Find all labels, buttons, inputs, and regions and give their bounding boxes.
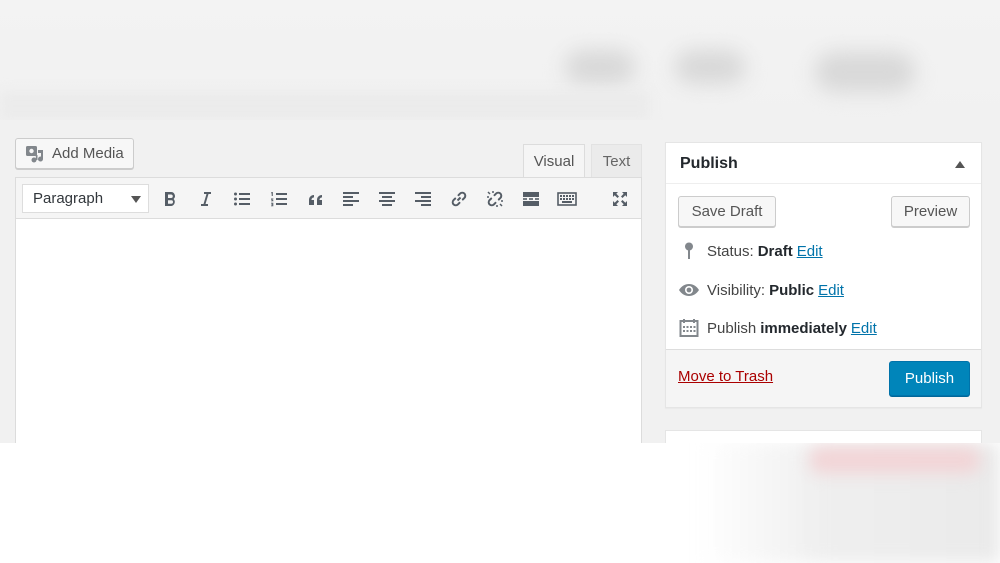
collapse-arrow-icon[interactable] [955,161,965,168]
format-select-value: Paragraph [33,190,104,207]
align-right-button[interactable] [408,184,438,213]
add-media-button[interactable]: Add Media [15,138,134,169]
edit-status-link[interactable]: Edit [797,243,823,260]
link-icon [451,191,467,206]
toolbar-toggle-icon [557,191,577,206]
chevron-down-icon [131,196,141,203]
align-center-icon [379,191,395,206]
pin-icon [678,240,700,262]
format-select[interactable]: Paragraph [22,184,149,213]
publish-box-header[interactable]: Publish [666,143,981,184]
italic-icon [201,191,211,206]
read-more-button[interactable] [516,184,546,213]
schedule-value: immediately [760,319,847,337]
numbered-list-button[interactable] [264,184,294,213]
blockquote-button[interactable] [300,184,330,213]
secondary-meta-box [665,430,982,443]
italic-button[interactable] [191,184,221,213]
align-center-button[interactable] [372,184,402,213]
save-draft-button[interactable]: Save Draft [678,196,776,227]
eye-icon [678,279,700,301]
move-to-trash-link[interactable]: Move to Trash [678,368,773,385]
status-value: Draft [757,242,793,260]
edit-visibility-link[interactable]: Edit [818,282,844,299]
status-row: Status: Draft Edit [678,240,823,262]
blurred-shape [565,50,635,84]
unlink-icon [487,190,503,207]
editor-content-area[interactable] [16,219,641,443]
visibility-label: Visibility: [707,281,766,299]
toolbar-toggle-button[interactable] [552,184,582,213]
publish-button[interactable]: Publish [889,361,970,396]
media-icon [26,145,44,162]
blurred-footer [0,443,1000,563]
post-editor-screen: Add Media Visual Text Paragraph Publish … [0,120,1000,443]
align-left-button[interactable] [336,184,366,213]
align-right-icon [415,191,431,206]
publish-box-title: Publish [680,155,738,172]
read-more-icon [523,191,539,206]
tab-visual[interactable]: Visual [523,144,585,177]
insert-link-button[interactable] [444,184,474,213]
tab-text[interactable]: Text [591,144,642,177]
visibility-row: Visibility: Public Edit [678,279,844,301]
bulleted-list-button[interactable] [227,184,257,213]
schedule-row: Publish immediately Edit [678,317,877,339]
status-label: Status: [707,242,754,260]
fullscreen-icon [613,191,627,206]
bold-button[interactable] [155,184,185,213]
editor-container: Paragraph [15,177,642,443]
blurred-shape [810,447,980,473]
add-media-label: Add Media [52,145,124,162]
fullscreen-button[interactable] [605,184,635,213]
editor-toolbar: Paragraph [16,178,641,219]
blurred-shape [675,50,745,84]
blurred-header [0,0,1000,120]
numbered-list-icon [271,191,287,206]
schedule-label: Publish [707,319,757,337]
blockquote-icon [309,194,322,205]
edit-schedule-link[interactable]: Edit [851,320,877,337]
publish-actions: Move to Trash Publish [666,349,981,407]
bold-icon [165,191,175,206]
preview-button[interactable]: Preview [891,196,970,227]
publish-box: Publish Save Draft Preview Status: Draft… [665,142,982,408]
align-left-icon [343,191,359,206]
blurred-strip [0,92,650,120]
remove-link-button[interactable] [480,184,510,213]
visibility-value: Public [769,281,815,299]
bulleted-list-icon [234,192,250,205]
blurred-shape [815,52,915,92]
calendar-icon [678,317,700,339]
